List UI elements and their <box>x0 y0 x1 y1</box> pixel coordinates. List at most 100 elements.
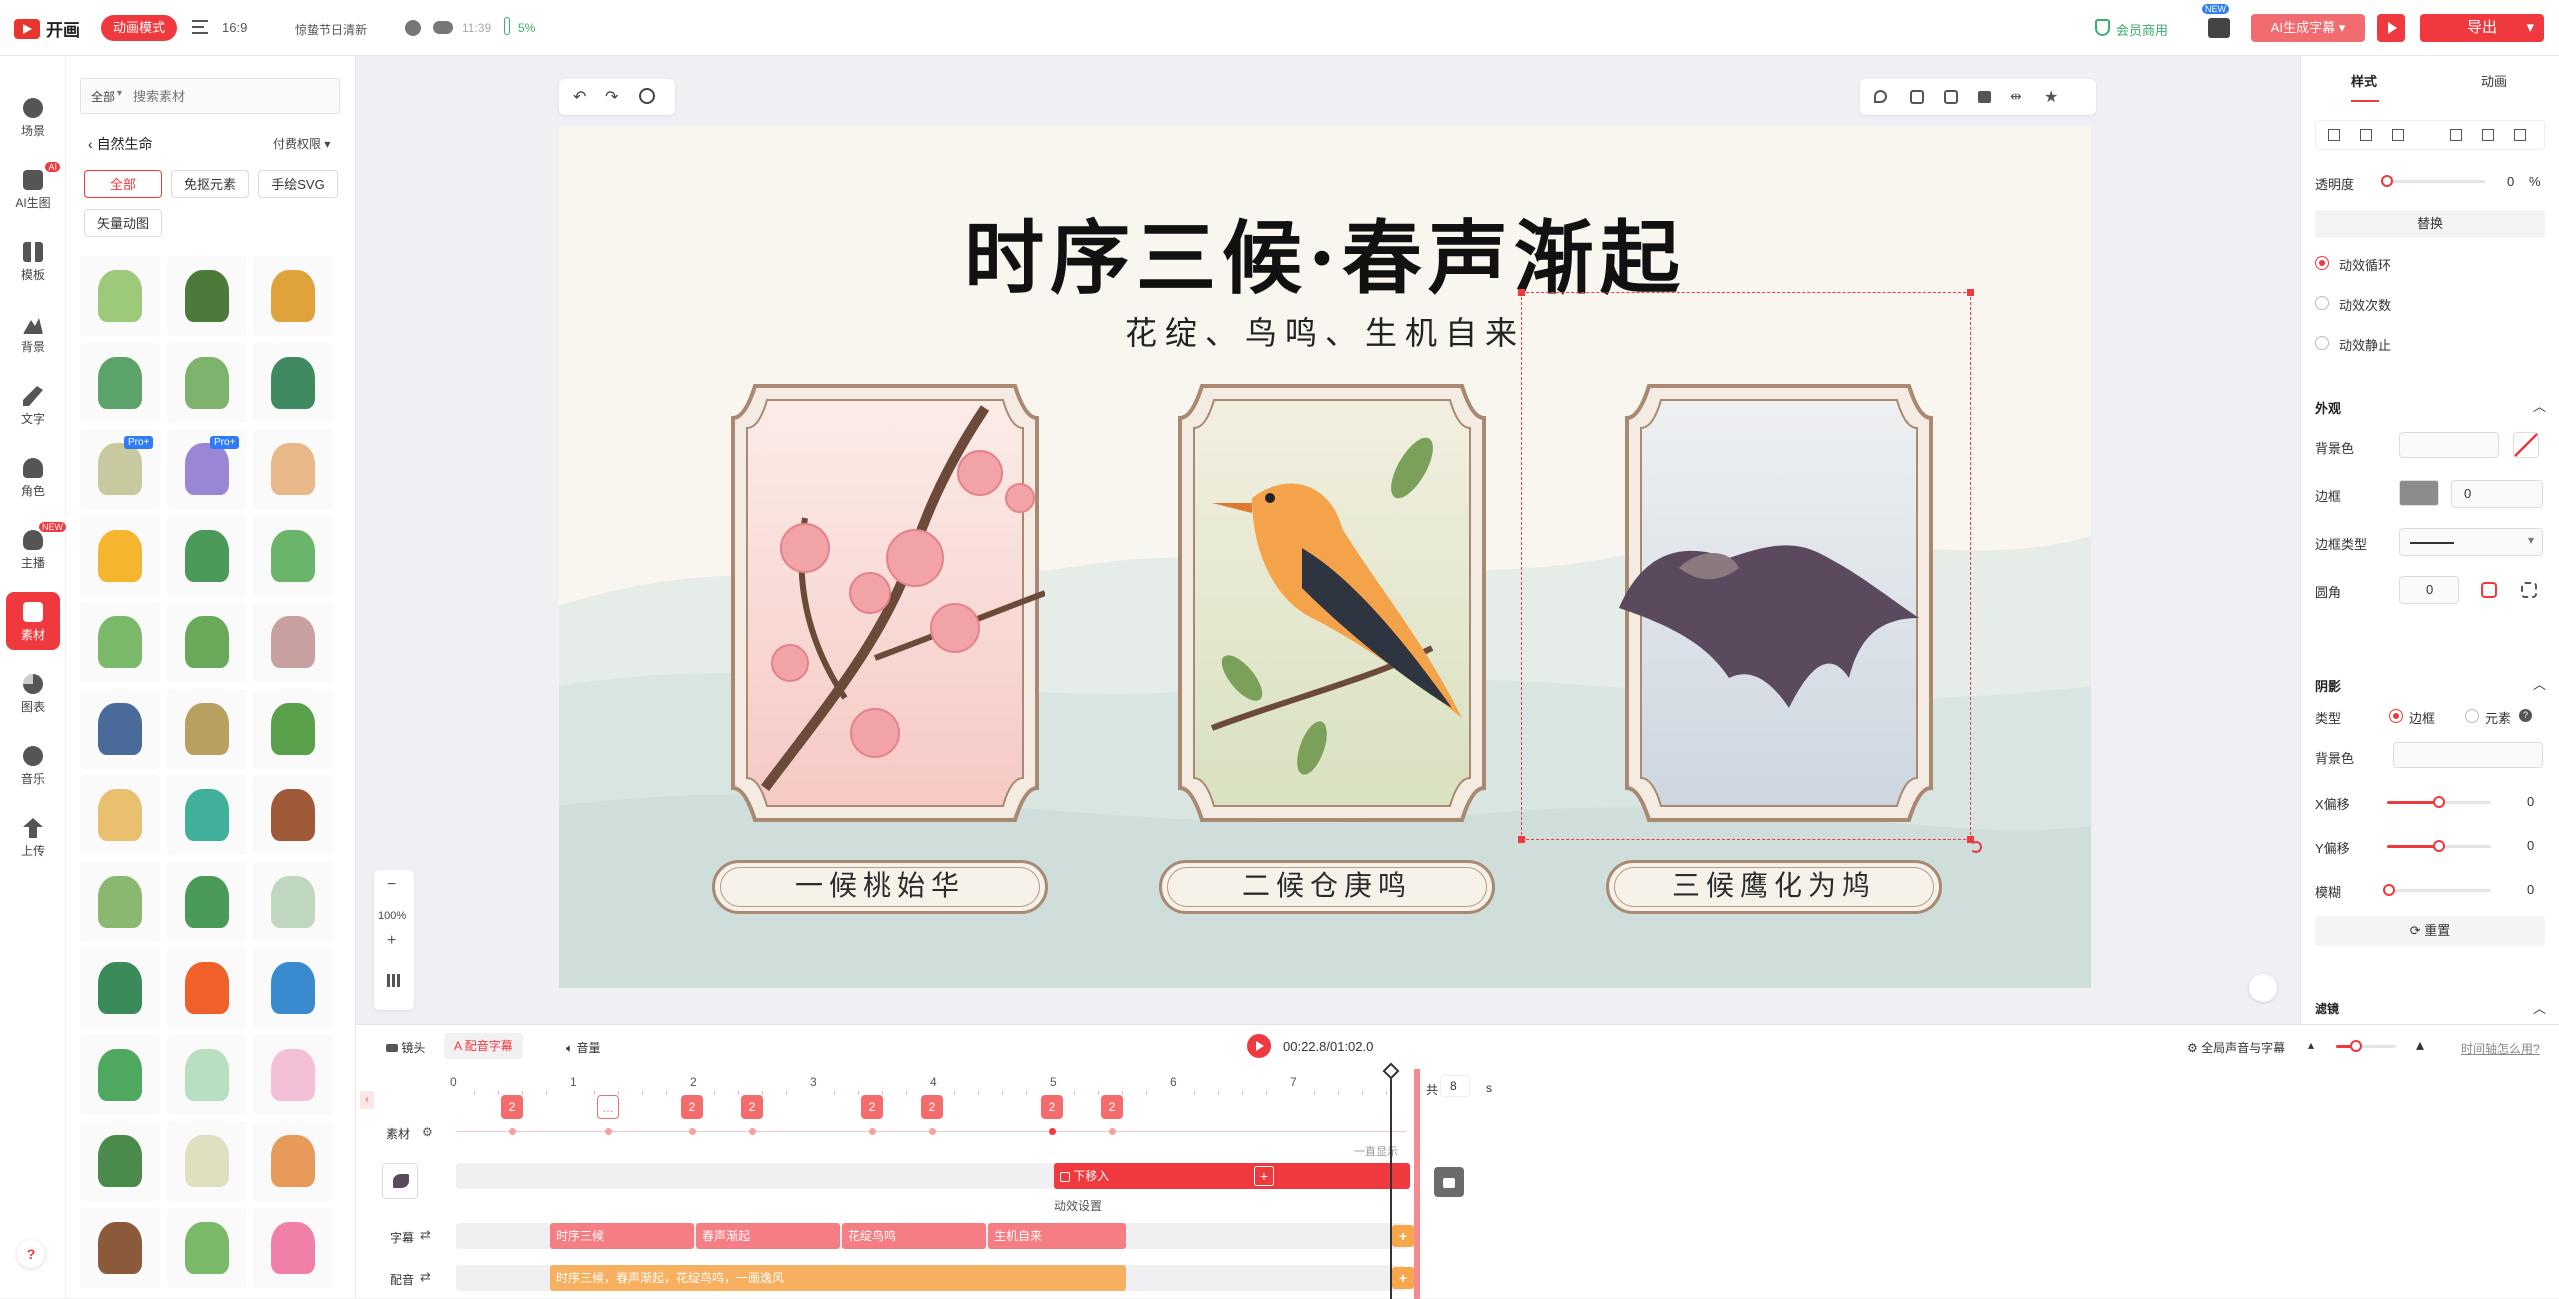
radius-input[interactable]: 0 <box>2399 576 2459 604</box>
add-keyframe-button[interactable]: + <box>1254 1166 1274 1186</box>
voice-chip[interactable]: 时序三候，春声渐起，花绽鸟鸣，一画逸风 <box>550 1265 1126 1291</box>
caption-peach[interactable]: 一候桃始华 <box>712 860 1048 914</box>
keyframe-dot[interactable] <box>929 1128 936 1135</box>
asset-thumbnail[interactable] <box>80 861 160 942</box>
keyframe-marker[interactable]: 2 <box>921 1095 943 1119</box>
tab-style[interactable]: 样式 <box>2351 71 2377 90</box>
keyframe-dot[interactable] <box>689 1128 696 1135</box>
keyframe-dot[interactable] <box>869 1128 876 1135</box>
asset-thumbnail[interactable] <box>166 688 247 769</box>
playhead[interactable] <box>1390 1069 1392 1299</box>
replace-button[interactable]: 替换 <box>2315 210 2545 238</box>
menu-icon[interactable] <box>192 20 208 34</box>
border-width-input[interactable]: 0 <box>2451 480 2543 508</box>
border-color-swatch[interactable] <box>2399 480 2439 506</box>
asset-thumbnail[interactable] <box>253 602 333 682</box>
collapse-tracks-button[interactable]: ‹ <box>360 1091 374 1109</box>
border-type-select[interactable]: ▾ <box>2399 528 2543 556</box>
add-voice-button[interactable]: + <box>1392 1267 1414 1289</box>
scope-select[interactable]: 全部 <box>91 88 115 105</box>
swap-icon[interactable]: ⇄ <box>420 1269 431 1285</box>
play-button[interactable] <box>1247 1034 1271 1058</box>
keyframe-marker[interactable]: 2 <box>681 1095 703 1119</box>
rail-item-chart[interactable]: 图表 <box>6 664 60 722</box>
asset-thumbnail[interactable] <box>253 1207 333 1288</box>
keyframe-dot[interactable] <box>509 1128 516 1135</box>
y-offset-value[interactable]: 0 <box>2527 838 2534 853</box>
asset-thumbnail[interactable] <box>166 1207 247 1288</box>
rail-item-template[interactable]: 模板 <box>6 232 60 290</box>
grid-icon[interactable] <box>387 974 400 987</box>
reset-button[interactable]: ⟳ 重置 <box>2315 916 2545 946</box>
asset-thumbnail[interactable] <box>80 688 160 769</box>
keyframe-dot[interactable] <box>1109 1128 1116 1135</box>
palette-icon[interactable] <box>639 88 655 104</box>
app-logo[interactable]: 开画 <box>14 16 80 41</box>
rail-item-anchor[interactable]: 主播 NEW <box>6 520 66 578</box>
lock-position-icon[interactable] <box>1874 90 1887 103</box>
keyframe-marker[interactable]: 2 <box>861 1095 883 1119</box>
keyframe-marker[interactable]: 2 <box>1101 1095 1123 1119</box>
asset-thumbnail[interactable] <box>80 775 160 855</box>
align-middle-icon[interactable] <box>2360 129 2372 141</box>
help-icon[interactable]: ? <box>17 1240 45 1268</box>
x-offset-slider[interactable] <box>2387 796 2491 808</box>
blur-slider[interactable] <box>2383 884 2491 896</box>
keyframe-marker[interactable]: … <box>597 1095 619 1119</box>
time-ruler[interactable]: 0 1 2 3 4 5 6 7 <box>450 1075 1410 1095</box>
asset-thumbnail[interactable] <box>253 515 333 596</box>
asset-thumbnail[interactable] <box>166 1121 247 1201</box>
align-right-icon[interactable] <box>2514 129 2526 141</box>
rail-item-text[interactable]: 文字 <box>6 376 60 434</box>
help-circle-icon[interactable]: ? <box>2519 709 2532 722</box>
align-center-icon[interactable] <box>2482 129 2494 141</box>
asset-thumbnail[interactable] <box>253 1034 333 1115</box>
track-thumbnail[interactable] <box>382 1163 418 1199</box>
opacity-value[interactable]: 0 <box>2507 174 2514 189</box>
rail-item-background[interactable]: 背景 <box>6 304 60 362</box>
keyframe-dot[interactable] <box>1049 1128 1056 1135</box>
category-back[interactable]: ‹ 自然生命 <box>88 134 153 154</box>
asset-thumbnail[interactable] <box>80 1207 160 1288</box>
asset-thumbnail[interactable] <box>166 256 247 336</box>
keyframe-marker[interactable]: 2 <box>741 1095 763 1119</box>
export-button[interactable]: 导出 ▾ <box>2420 14 2544 42</box>
search-input[interactable] <box>133 85 329 107</box>
tab-subtitle-voice[interactable]: A 配音字幕 <box>444 1033 523 1059</box>
chevron-down-icon[interactable]: ▾ <box>2526 14 2534 42</box>
bg-color-swatch[interactable] <box>2399 432 2499 458</box>
tag-svg[interactable]: 手绘SVG <box>258 170 338 198</box>
clock-icon[interactable] <box>405 20 421 36</box>
unlock-icon[interactable] <box>1978 91 1991 103</box>
keyframe-marker[interactable]: 2 <box>501 1095 523 1119</box>
asset-thumbnail[interactable] <box>166 775 247 855</box>
layer-down-icon[interactable] <box>1944 90 1958 104</box>
y-offset-slider[interactable] <box>2387 840 2491 852</box>
tag-cutout[interactable]: 免抠元素 <box>171 170 249 198</box>
keyframe-marker[interactable]: 2 <box>1041 1095 1063 1119</box>
asset-thumbnail[interactable] <box>80 1034 160 1115</box>
gear-icon[interactable]: ⚙︎ <box>422 1125 433 1139</box>
asset-thumbnail[interactable] <box>166 602 247 682</box>
peach-blossom-frame[interactable] <box>725 378 1045 828</box>
timeline-zoom-slider[interactable] <box>2336 1040 2396 1052</box>
caption-hawk[interactable]: 三候鹰化为鸠 <box>1606 860 1942 914</box>
align-top-icon[interactable] <box>2328 129 2340 141</box>
chevron-up-icon[interactable]: ︿ <box>2533 396 2546 415</box>
resize-handle[interactable] <box>1518 289 1525 296</box>
align-left-icon[interactable] <box>2450 129 2462 141</box>
x-offset-value[interactable]: 0 <box>2527 794 2534 809</box>
tab-animation[interactable]: 动画 <box>2481 71 2507 90</box>
ai-subtitle-button[interactable]: AI生成字幕 ▾ <box>2251 14 2365 42</box>
asset-thumbnail[interactable] <box>80 515 160 596</box>
mode-badge[interactable]: 动画模式 <box>101 15 178 41</box>
zoom-large-icon[interactable]: ▴ <box>2416 1035 2424 1055</box>
rail-item-upload[interactable]: 上传 <box>6 808 60 866</box>
chevron-up-icon[interactable]: ︿ <box>2533 998 2546 1017</box>
preview-play-button[interactable] <box>2377 14 2405 42</box>
radius-corner-icon[interactable] <box>2521 582 2537 598</box>
shadow-color-swatch[interactable] <box>2393 742 2543 768</box>
keyframe-dot[interactable] <box>605 1128 612 1135</box>
member-link[interactable]: 会员商用 <box>2116 20 2168 39</box>
layer-up-icon[interactable] <box>1910 90 1924 104</box>
